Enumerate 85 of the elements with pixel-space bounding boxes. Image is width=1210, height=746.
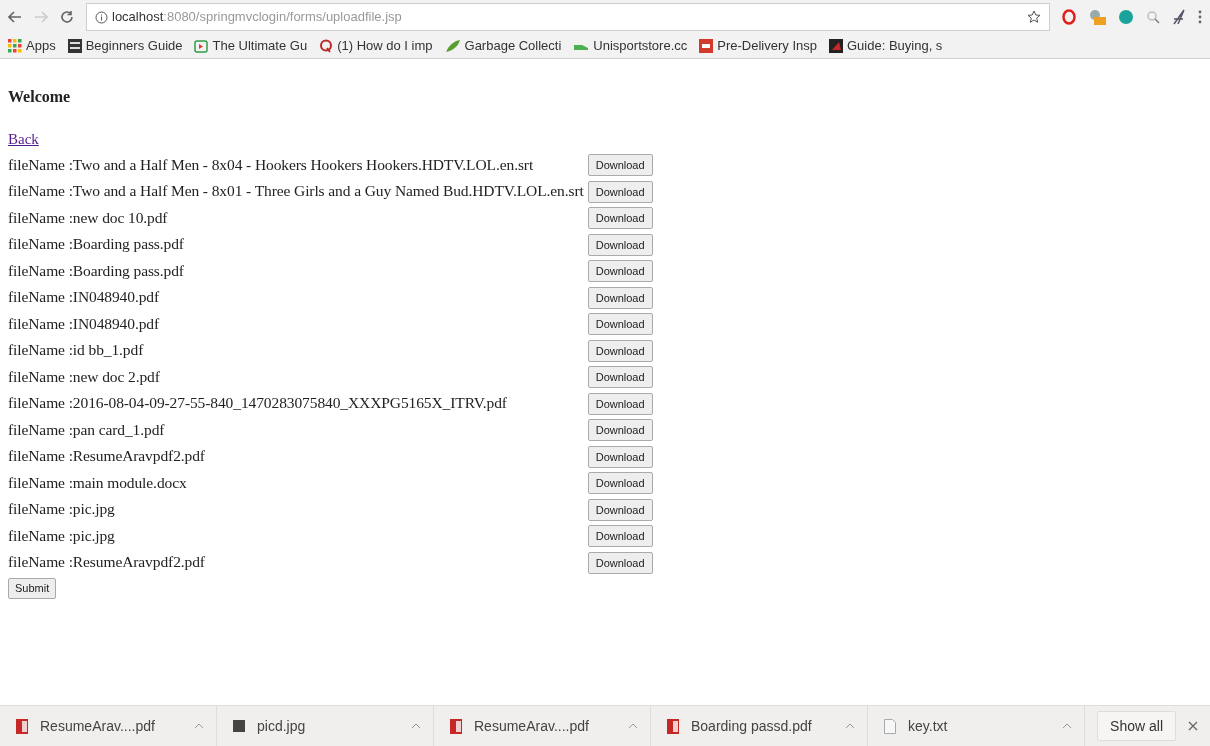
file-name: fileName :Boarding pass.pdf <box>8 257 588 284</box>
file-name: fileName :Two and a Half Men - 8x04 - Hookers Hookers Hookers.HDTV.LOL.en.srt <box>8 151 588 178</box>
file-name: fileName :ResumeAravpdf2.pdf <box>8 442 588 469</box>
opera-icon[interactable] <box>1062 9 1076 25</box>
submit-button[interactable]: Submit <box>8 577 57 599</box>
download-button[interactable]: Download <box>587 260 653 283</box>
download-button[interactable]: Download <box>587 366 653 389</box>
download-item[interactable]: ResumeArav....pdf <box>0 706 217 746</box>
download-item[interactable]: key.txt <box>868 706 1085 746</box>
download-button[interactable]: Download <box>587 180 653 203</box>
download-button[interactable]: Download <box>587 472 653 495</box>
download-button[interactable]: Download <box>587 551 653 574</box>
caret-up-icon[interactable] <box>411 723 421 729</box>
bookmark-link[interactable]: Guide: Buying, s <box>846 36 943 56</box>
download-button[interactable]: Download <box>587 392 653 415</box>
download-item[interactable]: Boarding passd.pdf <box>651 706 868 746</box>
reload-icon[interactable] <box>60 10 74 24</box>
bookmark-link[interactable]: Unisportstore.cc <box>593 36 688 56</box>
document-icon <box>884 718 896 734</box>
close-icon[interactable] <box>1188 721 1198 731</box>
forward-arrow-icon[interactable] <box>34 11 48 23</box>
back-arrow-icon[interactable] <box>8 11 22 23</box>
bookmark-link[interactable]: Beginners Guide <box>85 36 183 56</box>
download-button[interactable]: Download <box>587 286 653 309</box>
video-icon <box>194 39 209 53</box>
file-name: fileName :new doc 2.pdf <box>8 363 588 390</box>
download-button[interactable]: Download <box>587 154 653 177</box>
menu-icon[interactable] <box>1198 10 1202 24</box>
download-file-name: ResumeArav....pdf <box>40 716 155 736</box>
image-file-icon <box>233 720 245 732</box>
download-file-name: Boarding passd.pdf <box>691 716 812 736</box>
caret-up-icon[interactable] <box>628 723 638 729</box>
site-favicon-icon <box>828 39 843 53</box>
bookmark-link[interactable]: Garbage Collecti <box>464 36 562 56</box>
download-button[interactable]: Download <box>587 207 653 230</box>
apps-grid-icon <box>8 39 22 53</box>
bookmark-link[interactable]: Apps <box>26 36 56 56</box>
magnifier-icon[interactable] <box>1146 10 1160 24</box>
download-button[interactable]: Download <box>587 498 653 521</box>
download-item[interactable]: picd.jpg <box>217 706 434 746</box>
file-name: fileName :IN048940.pdf <box>8 310 588 337</box>
file-name: fileName :main module.docx <box>8 469 588 496</box>
star-icon[interactable] <box>1027 10 1041 24</box>
address-bar[interactable]: localhost:8080/springmvclogin/forms/uploadfile.jsp <box>86 3 1050 31</box>
file-name: fileName :Two and a Half Men - 8x01 - Three Girls and a Guy Named Bud.HDTV.LOL.en.srt <box>8 177 588 204</box>
file-name: fileName :pan card_1.pdf <box>8 416 588 443</box>
pdf-file-icon <box>16 718 28 734</box>
book-icon <box>67 39 82 53</box>
file-name: fileName :pic.jpg <box>8 495 588 522</box>
download-file-name: picd.jpg <box>257 716 306 736</box>
download-button[interactable]: Download <box>587 525 653 548</box>
download-button[interactable]: Download <box>587 339 653 362</box>
bookmark-link[interactable]: Pre-Delivery Insp <box>717 36 817 56</box>
file-name: fileName :2016-08-04-09-27-55-840_1470283075840_XXXPG5165X_ITRV.pdf <box>8 389 588 416</box>
pdf-file-icon <box>667 718 679 734</box>
site-logo-icon <box>699 39 714 53</box>
download-button[interactable]: Download <box>587 445 653 468</box>
download-button[interactable]: Download <box>587 233 653 256</box>
file-name: fileName :pic.jpg <box>8 522 588 549</box>
download-file-name: ResumeArav....pdf <box>474 716 589 736</box>
caret-up-icon[interactable] <box>1062 723 1072 729</box>
address-text: localhost:8080/springmvclogin/forms/uploadfile.jsp <box>112 8 402 27</box>
bookmark-link[interactable]: The Ultimate Gu <box>212 36 308 56</box>
file-name: fileName :Boarding pass.pdf <box>8 230 588 257</box>
bookmark-link[interactable]: (1) How do I imp <box>337 36 433 56</box>
show-all-button[interactable]: Show all <box>1097 711 1176 741</box>
info-icon <box>95 10 108 24</box>
caret-up-icon[interactable] <box>194 723 204 729</box>
leaf-icon <box>444 39 461 53</box>
file-name: fileName :ResumeAravpdf2.pdf <box>8 548 588 575</box>
page-heading: Welcome <box>8 87 72 107</box>
download-button[interactable]: Download <box>587 313 653 336</box>
q-circle-icon <box>319 39 334 53</box>
profile-avatar-icon[interactable] <box>1118 9 1134 25</box>
download-button[interactable]: Download <box>587 419 653 442</box>
file-name: fileName :IN048940.pdf <box>8 283 588 310</box>
caret-up-icon[interactable] <box>845 723 855 729</box>
file-name: fileName :id bb_1.pdf <box>8 336 588 363</box>
extension-badge-icon[interactable] <box>1088 8 1106 26</box>
back-link[interactable]: Back <box>8 129 1202 149</box>
file-name: fileName :new doc 10.pdf <box>8 204 588 231</box>
pen-icon[interactable] <box>1172 9 1186 25</box>
download-item[interactable]: ResumeArav....pdf <box>434 706 651 746</box>
pdf-file-icon <box>450 718 462 734</box>
download-file-name: key.txt <box>908 716 948 736</box>
